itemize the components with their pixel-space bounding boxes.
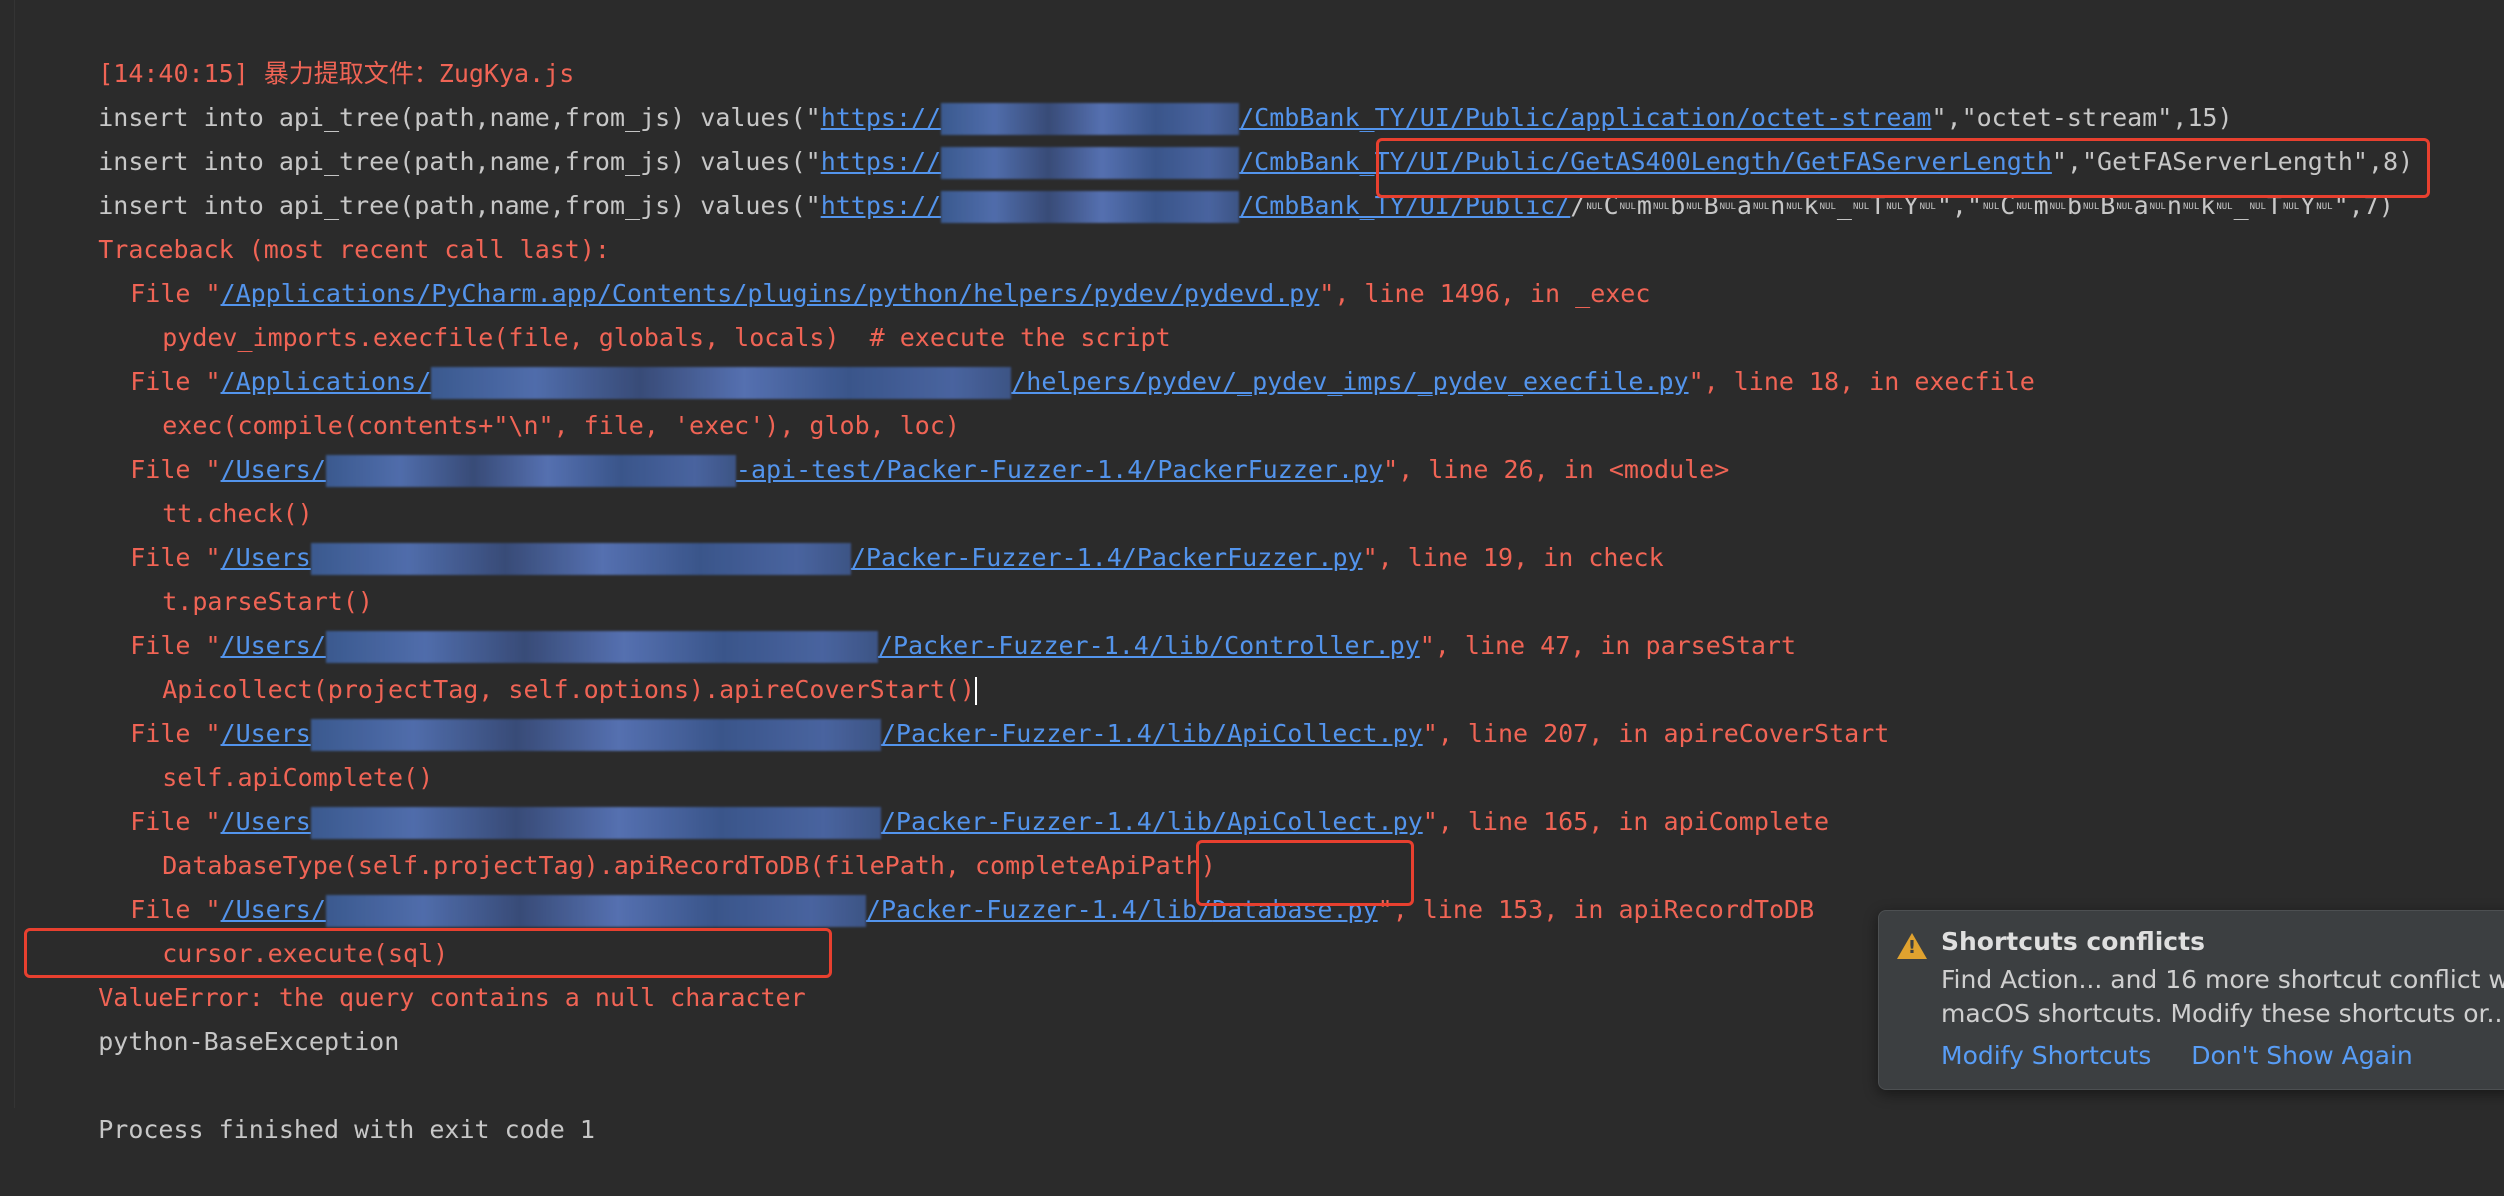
- frame-tail: ", line 19, in check: [1362, 542, 1664, 572]
- frame-path-end[interactable]: /Packer-Fuzzer-1.4/lib/: [866, 895, 1212, 924]
- console-gutter: [0, 0, 14, 1108]
- frame-tail: ", line 1496, in _exec: [1319, 278, 1651, 308]
- nul-char: NUL: [2316, 201, 2333, 212]
- highlight-nul-chars: [1376, 138, 2430, 198]
- nul-char: NUL: [2116, 201, 2133, 212]
- nul-char: NUL: [2182, 201, 2200, 212]
- frame-tail: ", line 18, in execfile: [1688, 366, 2035, 396]
- traceback-code-5: self.apiComplete(): [102, 712, 433, 792]
- shortcuts-conflict-notification[interactable]: ! Shortcuts conflicts Find Action... and…: [1878, 910, 2504, 1090]
- nul-char: NUL: [1686, 201, 1703, 212]
- nul-char: NUL: [2083, 201, 2100, 212]
- traceback-code-3: t.parseStart(): [102, 536, 373, 616]
- redacted-path: [310, 542, 851, 575]
- traceback-code-7: cursor.execute(sql): [102, 888, 448, 968]
- notification-body-line-2: macOS shortcuts. Modify these shortcuts …: [1941, 999, 2504, 1028]
- nul-char: NUL: [1852, 201, 1870, 212]
- nul-char: NUL: [1983, 201, 2000, 212]
- traceback-code-1: exec(compile(contents+"\n", file, 'exec'…: [102, 360, 960, 440]
- traceback-frame-4: File "/Users//Packer-Fuzzer-1.4/lib/Cont…: [70, 580, 1796, 663]
- traceback-frame-6: File "/Users/Packer-Fuzzer-1.4/lib/ApiCo…: [70, 756, 1829, 839]
- frame-tail: ", line 153, in apiRecordToDB: [1377, 894, 1815, 924]
- frame-path-end[interactable]: /helpers/pydev/_pydev_imps/_pydev_execfi…: [1011, 367, 1688, 396]
- notification-body-line-1: Find Action... and 16 more shortcut conf…: [1941, 965, 2504, 994]
- nul-char: NUL: [2216, 201, 2233, 212]
- warning-icon-mark: !: [1907, 937, 1917, 958]
- redacted-host: [941, 190, 1240, 223]
- base-exception-text: python-BaseException: [98, 1026, 400, 1056]
- redacted-path: [325, 454, 736, 487]
- nul-char: NUL: [1652, 201, 1670, 212]
- nul-char: NUL: [1752, 201, 1770, 212]
- base-exception-line: python-BaseException: [38, 976, 399, 1056]
- log-line-timestamp: [14:40:15] 暴力提取文件：ZugKya.js: [38, 8, 574, 88]
- traceback-header: Traceback (most recent call last):: [38, 184, 610, 264]
- nul-char: NUL: [2249, 201, 2266, 212]
- frame-path-end[interactable]: /Packer-Fuzzer-1.4/PackerFuzzer.py: [851, 543, 1363, 572]
- frame-tail: ", line 26, in <module>: [1383, 454, 1730, 484]
- notification-title: Shortcuts conflicts: [1941, 927, 2205, 956]
- frame-path-link[interactable]: /Users/Packer-Fuzzer-1.4/PackerFuzzer.py: [221, 542, 1363, 575]
- traceback-code-2: tt.check(): [102, 448, 313, 528]
- process-finished-text: Process finished with exit code 1: [98, 1114, 595, 1144]
- notification-actions: Modify Shortcuts Don't Show Again: [1941, 1041, 2445, 1070]
- nul-char: NUL: [1586, 201, 1603, 212]
- nul-char: NUL: [1886, 201, 1903, 212]
- nul-char: NUL: [2016, 201, 2033, 212]
- nul-char: NUL: [2149, 201, 2166, 212]
- frame-tail: ", line 47, in parseStart: [1419, 630, 1797, 660]
- nul-char: NUL: [2282, 201, 2300, 212]
- nul-char: NUL: [1619, 201, 1636, 212]
- traceback-frame-7: File "/Users//Packer-Fuzzer-1.4/lib/Data…: [70, 844, 1814, 927]
- modify-shortcuts-link[interactable]: Modify Shortcuts: [1941, 1041, 2151, 1070]
- dont-show-again-link[interactable]: Don't Show Again: [2191, 1041, 2413, 1070]
- traceback-code-6: DatabaseType(self.projectTag).apiRecordT…: [102, 800, 1216, 880]
- traceback-code-0: pydev_imports.execfile(file, globals, lo…: [102, 272, 1170, 352]
- url-link-scheme[interactable]: https://: [821, 191, 941, 220]
- frame-path-end[interactable]: /Packer-Fuzzer-1.4/lib/ApiCollect.py: [881, 719, 1423, 748]
- process-finished-line: Process finished with exit code 1: [38, 1064, 595, 1144]
- sql-insert-line-2: insert into api_tree(path,name,from_js) …: [38, 96, 2413, 179]
- traceback-frame-1: File "/Applications//helpers/pydev/_pyde…: [70, 316, 2035, 399]
- traceback-frame-3: File "/Users/Packer-Fuzzer-1.4/PackerFuz…: [70, 492, 1664, 575]
- traceback-code-4[interactable]: Apicollect(projectTag, self.options).api…: [102, 624, 977, 705]
- gutter-divider: [14, 0, 15, 1108]
- traceback-frame-5: File "/Users/Packer-Fuzzer-1.4/lib/ApiCo…: [70, 668, 1889, 751]
- nul-char: NUL: [1819, 201, 1836, 212]
- frame-tail: ", line 207, in apireCoverStart: [1422, 718, 1890, 748]
- traceback-frame-0: File "/Applications/PyCharm.app/Contents…: [70, 228, 1650, 308]
- nul-char: NUL: [1719, 201, 1736, 212]
- nul-char: NUL: [1919, 201, 1936, 212]
- frame-tail: ", line 165, in apiComplete: [1422, 806, 1830, 836]
- highlight-value-error: [24, 928, 832, 978]
- sql-insert-line-1: insert into api_tree(path,name,from_js) …: [38, 52, 2233, 135]
- traceback-frame-2: File "/Users/-api-test/Packer-Fuzzer-1.4…: [70, 404, 1729, 487]
- nul-char: NUL: [1786, 201, 1803, 212]
- frame-path-link[interactable]: /Users/-api-test/Packer-Fuzzer-1.4/Packe…: [221, 454, 1383, 487]
- nul-char: NUL: [2049, 201, 2066, 212]
- highlight-database-file: [1196, 840, 1414, 906]
- frame-path-end[interactable]: -api-test/Packer-Fuzzer-1.4/PackerFuzzer…: [736, 455, 1383, 484]
